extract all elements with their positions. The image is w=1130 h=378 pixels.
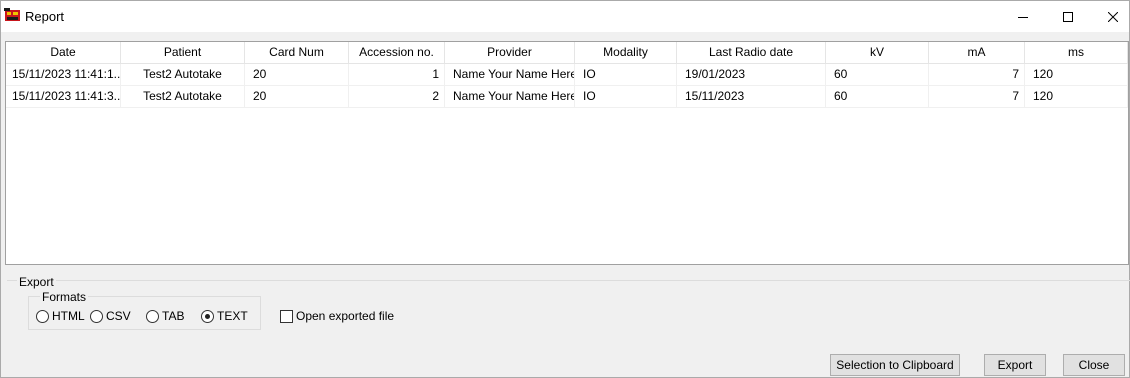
app-icon <box>4 8 20 21</box>
report-window: Report Date Patient Card Num Accession n… <box>0 0 1130 378</box>
cell-provider: Name Your Name Here <box>445 64 575 86</box>
cell-modality: IO <box>575 86 677 108</box>
column-header-modality[interactable]: Modality <box>575 42 677 64</box>
table-row[interactable]: 15/11/2023 11:41:1... Test2 Autotake 20 … <box>6 64 1128 86</box>
radio-button[interactable] <box>90 309 103 323</box>
cell-accession: 1 <box>349 64 445 86</box>
cell-provider: Name Your Name Here <box>445 86 575 108</box>
minimize-icon <box>1018 16 1028 18</box>
close-window-button[interactable] <box>1090 1 1130 32</box>
cell-patient: Test2 Autotake <box>121 64 245 86</box>
cell-ma: 7 <box>929 64 1025 86</box>
column-header-ma[interactable]: mA <box>929 42 1025 64</box>
radio-button[interactable] <box>146 309 159 323</box>
cell-date: 15/11/2023 11:41:3... <box>6 86 121 108</box>
checkbox-label: Open exported file <box>296 309 395 323</box>
open-exported-file-checkbox[interactable]: Open exported file <box>280 308 394 324</box>
table-body: 15/11/2023 11:41:1... Test2 Autotake 20 … <box>6 64 1128 108</box>
cell-date: 15/11/2023 11:41:1... <box>6 64 121 86</box>
checkbox-box[interactable] <box>280 309 293 323</box>
cell-ms: 120 <box>1025 86 1128 108</box>
column-header-provider[interactable]: Provider <box>445 42 575 64</box>
maximize-icon <box>1063 11 1073 22</box>
cell-kv: 60 <box>826 86 929 108</box>
column-header-last-radio-date[interactable]: Last Radio date <box>677 42 826 64</box>
formats-group-label: Formats <box>40 290 89 304</box>
selection-to-clipboard-button[interactable]: Selection to Clipboard <box>830 354 960 376</box>
column-header-card-num[interactable]: Card Num <box>245 42 349 64</box>
cell-ms: 120 <box>1025 64 1128 86</box>
window-title: Report <box>25 9 65 24</box>
column-header-date[interactable]: Date <box>6 42 121 64</box>
format-radio-csv[interactable]: CSV <box>90 308 131 324</box>
table-row[interactable]: 15/11/2023 11:41:3... Test2 Autotake 20 … <box>6 86 1128 108</box>
radio-label: TEXT <box>217 309 248 323</box>
radio-button-selected[interactable] <box>201 309 214 323</box>
report-table[interactable]: Date Patient Card Num Accession no. Prov… <box>5 41 1129 265</box>
cell-card-num: 20 <box>245 64 349 86</box>
cell-patient: Test2 Autotake <box>121 86 245 108</box>
cell-accession: 2 <box>349 86 445 108</box>
column-header-patient[interactable]: Patient <box>121 42 245 64</box>
column-header-accession[interactable]: Accession no. <box>349 42 445 64</box>
format-radio-text[interactable]: TEXT <box>201 308 248 324</box>
title-bar: Report <box>1 1 1129 32</box>
maximize-button[interactable] <box>1045 1 1091 32</box>
cell-last-radio-date: 15/11/2023 <box>677 86 826 108</box>
radio-label: TAB <box>162 309 185 323</box>
radio-button[interactable] <box>36 309 49 323</box>
cell-kv: 60 <box>826 64 929 86</box>
close-icon <box>1108 11 1118 22</box>
export-group-label: Export <box>17 275 56 289</box>
format-radio-tab[interactable]: TAB <box>146 308 184 324</box>
minimize-button[interactable] <box>1000 1 1046 32</box>
radio-label: HTML <box>52 309 85 323</box>
cell-modality: IO <box>575 64 677 86</box>
cell-last-radio-date: 19/01/2023 <box>677 64 826 86</box>
format-radio-html[interactable]: HTML <box>36 308 85 324</box>
cell-card-num: 20 <box>245 86 349 108</box>
column-header-kv[interactable]: kV <box>826 42 929 64</box>
radio-label: CSV <box>106 309 131 323</box>
cell-ma: 7 <box>929 86 1025 108</box>
export-button[interactable]: Export <box>984 354 1046 376</box>
table-header: Date Patient Card Num Accession no. Prov… <box>6 42 1128 64</box>
close-button[interactable]: Close <box>1063 354 1125 376</box>
column-header-ms[interactable]: ms <box>1025 42 1128 64</box>
